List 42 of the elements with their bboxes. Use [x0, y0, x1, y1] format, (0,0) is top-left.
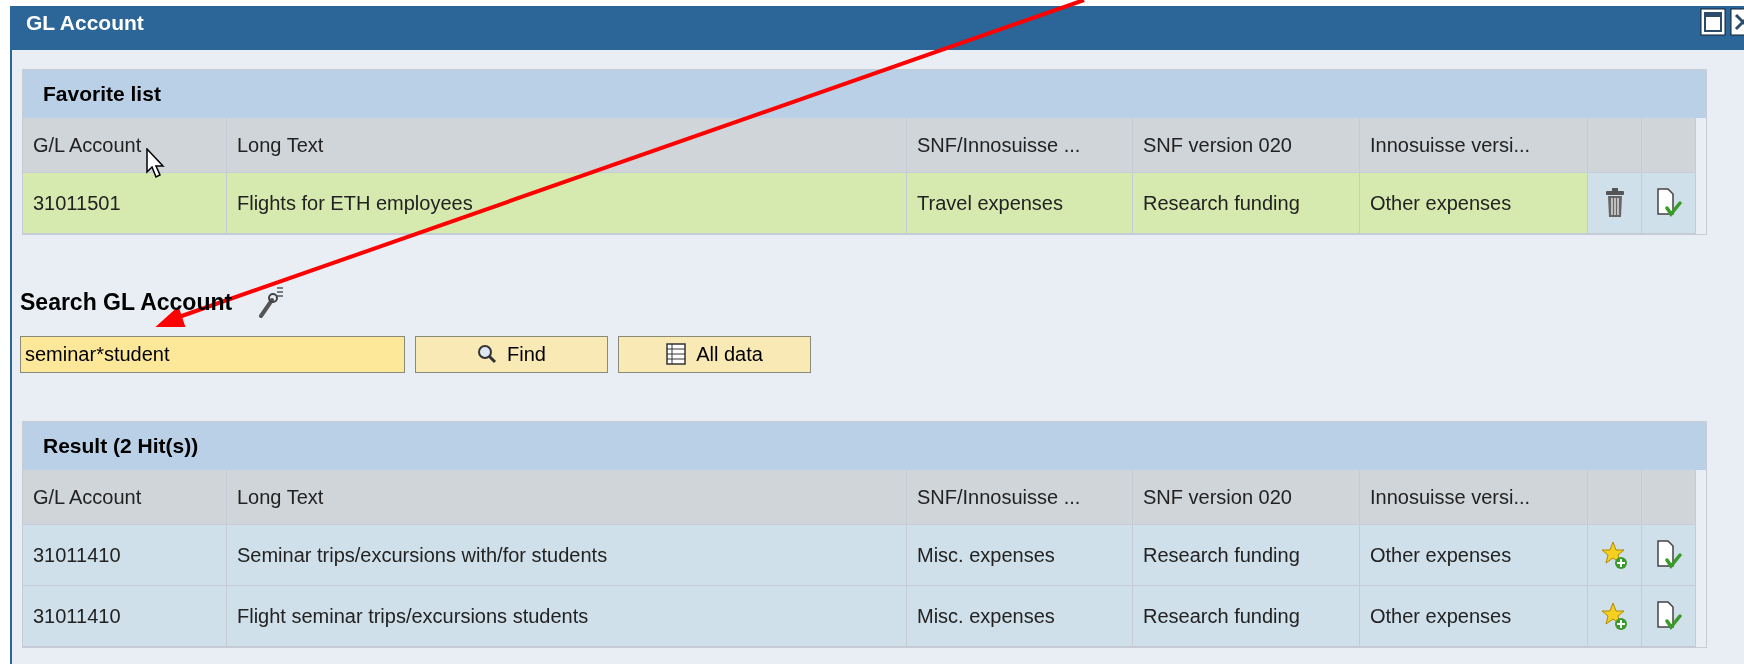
table-cell: 31011410	[23, 524, 227, 586]
search-field[interactable]: seminar*student	[20, 335, 405, 373]
column-header: Innosuisse versi...	[1360, 118, 1588, 173]
column-header: Long Text	[227, 469, 907, 525]
table-cell: Travel expenses	[907, 173, 1133, 234]
mouse-cursor-icon	[146, 148, 166, 180]
table-cell: Other expenses	[1360, 524, 1588, 586]
column-header: SNF version 020	[1133, 118, 1360, 173]
star-plus-icon[interactable]	[1601, 539, 1628, 570]
all-data-button[interactable]: All data	[618, 335, 811, 373]
section-title: Result (2 Hit(s))	[43, 432, 199, 459]
table-icon	[666, 343, 687, 365]
window-title: GL Account	[26, 10, 144, 37]
column-header: SNF/Innosuisse ...	[907, 118, 1133, 173]
table-cell: Flights for ETH employees	[227, 173, 907, 234]
table-cell: Research funding	[1133, 173, 1360, 234]
table-cell: Misc. expenses	[907, 585, 1133, 647]
maximize-icon[interactable]	[1700, 8, 1726, 36]
document-check-icon[interactable]	[1655, 188, 1682, 218]
section-title: Favorite list	[43, 81, 161, 108]
find-button[interactable]: Find	[415, 335, 608, 373]
table-cell: Research funding	[1133, 585, 1360, 647]
table-cell: 31011410	[23, 585, 227, 647]
table-cell: Research funding	[1133, 524, 1360, 586]
column-header: G/L Account	[23, 118, 227, 173]
document-check-icon[interactable]	[1655, 539, 1682, 570]
table-cell: Seminar trips/excursions with/for students	[227, 524, 907, 586]
column-header: Long Text	[227, 118, 907, 173]
search-icon	[477, 344, 498, 364]
table-cell: Flight seminar trips/excursions students	[227, 585, 907, 647]
document-check-icon[interactable]	[1655, 600, 1682, 631]
star-plus-icon[interactable]	[1601, 600, 1628, 631]
column-header: Innosuisse versi...	[1360, 469, 1588, 525]
trash-icon[interactable]	[1604, 188, 1625, 218]
table-cell: Other expenses	[1360, 173, 1588, 234]
wand-icon[interactable]	[258, 286, 285, 319]
column-header: SNF/Innosuisse ...	[907, 469, 1133, 525]
column-header: SNF version 020	[1133, 469, 1360, 525]
column-header: G/L Account	[23, 469, 227, 525]
table-cell: 31011501	[23, 173, 227, 234]
table-cell: Misc. expenses	[907, 524, 1133, 586]
table-cell: Other expenses	[1360, 585, 1588, 647]
